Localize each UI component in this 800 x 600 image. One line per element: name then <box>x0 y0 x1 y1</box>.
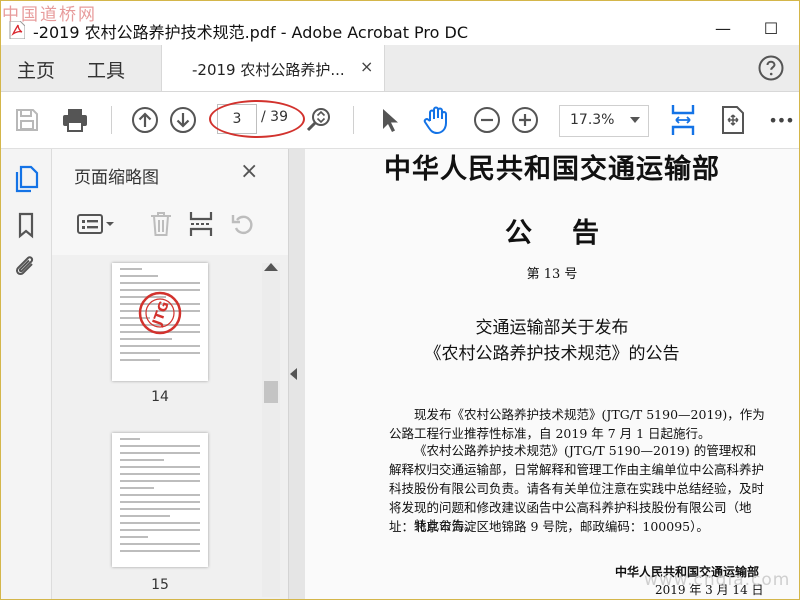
document-title-line2: 《农村公路养护技术规范》的公告 <box>424 344 680 364</box>
previous-page-icon[interactable] <box>129 104 161 136</box>
red-annotation-ellipse <box>209 100 305 138</box>
document-page[interactable]: 中华人民共和国交通运输部 公告 第 13 号 交通运输部关于发布 《农村公路养护… <box>305 149 799 599</box>
jtg-seal-icon: JTG <box>138 291 182 335</box>
page-thumbnails-panel: 页面缩略图 × JTG 14 15 <box>52 149 289 599</box>
thumbnail-page-14[interactable]: JTG <box>112 263 208 381</box>
zoom-out-icon[interactable] <box>471 104 503 136</box>
rotate-page-icon[interactable] <box>228 209 258 239</box>
chevron-down-icon <box>630 117 640 123</box>
select-cursor-icon[interactable] <box>373 104 405 136</box>
collapse-panel-arrow-icon[interactable] <box>290 368 297 380</box>
menu-bar: 主页 工具 -2019 农村公路养护... × <box>1 45 799 92</box>
document-title-line1: 交通运输部关于发布 <box>475 318 629 338</box>
hand-tool-icon[interactable] <box>421 104 453 136</box>
zoom-search-icon[interactable] <box>303 104 335 136</box>
thumbnail-page-15[interactable] <box>112 433 208 567</box>
zoom-level-value: 17.3% <box>570 112 615 128</box>
thumbnail-page-label: 14 <box>151 389 169 405</box>
window-title: -2019 农村公路养护技术规范.pdf - Adobe Acrobat Pro… <box>33 23 469 42</box>
thumbnail-options-icon[interactable] <box>74 209 118 239</box>
document-paragraph: 特此公告。 <box>414 518 477 533</box>
extract-page-icon[interactable] <box>186 209 216 239</box>
full-screen-icon[interactable] <box>717 104 749 136</box>
bookmark-icon[interactable] <box>12 211 40 239</box>
tab-document-label: -2019 农村公路养护... <box>192 61 345 79</box>
menu-home[interactable]: 主页 <box>17 56 55 83</box>
toolbar-separator <box>111 106 112 134</box>
watermark-url-text: www.cnqia.com <box>644 570 791 590</box>
scroll-up-arrow-icon[interactable] <box>264 263 278 271</box>
panel-close-icon[interactable]: × <box>240 159 258 184</box>
tab-close-icon[interactable]: × <box>360 57 373 76</box>
thumbnail-scrollbar-thumb[interactable] <box>264 381 278 403</box>
document-paragraph: 现发布《农村公路养护技术规范》(JTG/T 5190—2019)，作为公路工程行… <box>389 407 765 441</box>
watermark-logo-text: 中国道桥网 <box>2 5 97 25</box>
zoom-level-select[interactable]: 17.3% <box>559 105 649 137</box>
toolbar: 3 / 39 17.3% ••• <box>1 92 799 149</box>
save-icon[interactable] <box>11 104 43 136</box>
tab-document[interactable]: -2019 农村公路养护... × <box>161 45 385 91</box>
thumbnail-text-lines <box>112 438 208 552</box>
minimize-button[interactable]: — <box>701 11 745 45</box>
zoom-in-icon[interactable] <box>509 104 541 136</box>
title-bar: -2019 农村公路养护技术规范.pdf - Adobe Acrobat Pro… <box>1 1 799 45</box>
print-icon[interactable] <box>59 104 91 136</box>
menu-tools[interactable]: 工具 <box>87 56 125 83</box>
more-options-icon[interactable]: ••• <box>765 104 797 136</box>
thumbnail-page-label: 15 <box>151 577 169 593</box>
document-heading: 中华人民共和国交通运输部 <box>384 154 720 185</box>
fit-page-icon[interactable] <box>667 104 699 136</box>
document-number: 第 13 号 <box>526 267 578 282</box>
toolbar-separator <box>353 106 354 134</box>
next-page-icon[interactable] <box>167 104 199 136</box>
document-notice-title: 公告 <box>505 218 639 249</box>
attachment-icon[interactable] <box>12 253 40 281</box>
thumbnail-list: JTG 14 15 <box>52 255 288 599</box>
maximize-button[interactable]: ☐ <box>749 11 793 45</box>
page-thumbnails-icon[interactable] <box>12 165 40 193</box>
left-navigation-rail <box>1 149 52 599</box>
delete-page-icon[interactable] <box>146 209 176 239</box>
thumbnail-scrollbar[interactable] <box>262 263 280 597</box>
panel-title: 页面缩略图 <box>74 168 159 188</box>
help-icon[interactable] <box>758 55 784 81</box>
